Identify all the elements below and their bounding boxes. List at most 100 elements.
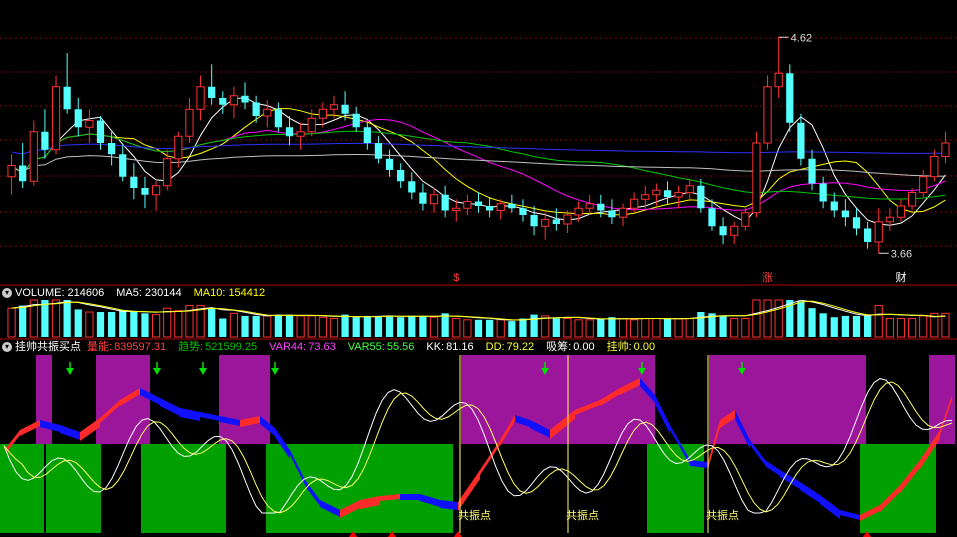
candle-body[interactable]: [41, 131, 49, 150]
volume-bar[interactable]: [819, 313, 827, 337]
candle-body[interactable]: [830, 201, 838, 211]
volume-bar[interactable]: [719, 315, 727, 337]
candle-body[interactable]: [196, 86, 205, 110]
volume-bar[interactable]: [896, 318, 906, 338]
candle-body[interactable]: [352, 113, 360, 128]
candle-body[interactable]: [229, 95, 239, 106]
volume-bar[interactable]: [752, 299, 761, 338]
volume-bar[interactable]: [85, 311, 94, 338]
candle-body[interactable]: [919, 176, 928, 193]
candle-body[interactable]: [864, 228, 872, 243]
volume-bar[interactable]: [19, 305, 27, 337]
candle-body[interactable]: [363, 127, 371, 143]
volume-bar[interactable]: [552, 318, 560, 338]
candle-body[interactable]: [85, 120, 94, 128]
volume-bar[interactable]: [519, 318, 527, 338]
candle-body[interactable]: [219, 98, 227, 105]
stock-chart[interactable]: 4.62 3.66 $ 涨 财 共振点 共振点 共振点: [0, 0, 957, 537]
volume-bar[interactable]: [852, 315, 861, 337]
candle-body[interactable]: [141, 188, 149, 195]
candle-body[interactable]: [685, 185, 694, 193]
candle-body[interactable]: [318, 108, 327, 119]
volume-bar[interactable]: [408, 315, 416, 337]
volume-bar[interactable]: [397, 317, 405, 337]
candle-body[interactable]: [51, 86, 61, 151]
candle-body[interactable]: [841, 210, 849, 218]
volume-bar[interactable]: [229, 312, 239, 338]
volume-bar[interactable]: [374, 315, 383, 337]
candle-body[interactable]: [108, 143, 116, 155]
candle-body[interactable]: [541, 219, 550, 227]
volume-bar[interactable]: [441, 313, 449, 337]
candle-body[interactable]: [763, 86, 772, 144]
candle-body[interactable]: [419, 192, 427, 204]
candle-body[interactable]: [74, 109, 82, 128]
volume-bar[interactable]: [874, 305, 883, 338]
volume-bar[interactable]: [508, 321, 516, 337]
volume-bar[interactable]: [96, 312, 105, 337]
candle-body[interactable]: [819, 183, 827, 202]
candle-body[interactable]: [674, 192, 683, 198]
candle-body[interactable]: [96, 120, 105, 144]
candle-body[interactable]: [185, 108, 194, 137]
volume-bar[interactable]: [51, 299, 61, 338]
volume-bar[interactable]: [730, 318, 739, 338]
candle-body[interactable]: [652, 189, 661, 196]
volume-bar[interactable]: [419, 315, 427, 337]
candle-body[interactable]: [63, 86, 71, 110]
volume-bar[interactable]: [563, 318, 572, 338]
volume-bar[interactable]: [130, 310, 138, 337]
candle-body[interactable]: [241, 95, 249, 103]
volume-bar[interactable]: [530, 314, 538, 337]
volume-bar[interactable]: [385, 315, 394, 337]
candle-body[interactable]: [552, 219, 560, 225]
volume-bar[interactable]: [241, 315, 249, 337]
volume-bar[interactable]: [864, 315, 872, 337]
volume-bar[interactable]: [574, 319, 583, 338]
volume-bar[interactable]: [163, 307, 172, 338]
chevron-down-icon[interactable]: ▾: [2, 342, 12, 352]
candle-body[interactable]: [163, 158, 172, 187]
candle-body[interactable]: [719, 226, 727, 236]
volume-bar[interactable]: [630, 319, 639, 338]
candle-body[interactable]: [329, 104, 339, 110]
candle-body[interactable]: [752, 142, 761, 214]
volume-bar[interactable]: [151, 314, 161, 338]
candle-body[interactable]: [641, 194, 650, 200]
candle-body[interactable]: [452, 207, 461, 211]
candle-body[interactable]: [508, 203, 516, 209]
volume-bar[interactable]: [741, 318, 750, 338]
candle-body[interactable]: [585, 203, 594, 209]
volume-bar[interactable]: [585, 319, 594, 338]
volume-bar[interactable]: [486, 319, 494, 337]
candle-body[interactable]: [296, 131, 305, 137]
volume-bar[interactable]: [263, 315, 272, 338]
candle-body[interactable]: [563, 214, 572, 225]
candle-body[interactable]: [7, 165, 16, 178]
volume-bar[interactable]: [329, 318, 339, 338]
volume-bar[interactable]: [318, 316, 327, 338]
candle-body[interactable]: [697, 185, 705, 209]
volume-bar[interactable]: [63, 300, 71, 337]
candle-body[interactable]: [786, 73, 794, 123]
volume-bar[interactable]: [885, 318, 894, 338]
volume-bar[interactable]: [174, 310, 183, 338]
volume-bar[interactable]: [363, 315, 371, 337]
candle-body[interactable]: [907, 192, 917, 207]
volume-bar[interactable]: [119, 310, 127, 337]
volume-bar[interactable]: [774, 299, 783, 338]
candle-body[interactable]: [385, 158, 394, 170]
volume-bar[interactable]: [7, 307, 16, 338]
candle-body[interactable]: [119, 154, 127, 177]
volume-bar[interactable]: [496, 319, 505, 338]
candle-body[interactable]: [519, 208, 527, 215]
candle-body[interactable]: [285, 127, 294, 137]
volume-bar[interactable]: [685, 318, 694, 338]
candle-body[interactable]: [797, 122, 805, 159]
candle-body[interactable]: [130, 176, 138, 188]
volume-bar[interactable]: [697, 312, 705, 337]
chevron-down-icon[interactable]: ▾: [2, 288, 12, 298]
volume-bar[interactable]: [341, 314, 349, 337]
volume-bar[interactable]: [429, 316, 439, 338]
volume-bar[interactable]: [841, 315, 849, 337]
